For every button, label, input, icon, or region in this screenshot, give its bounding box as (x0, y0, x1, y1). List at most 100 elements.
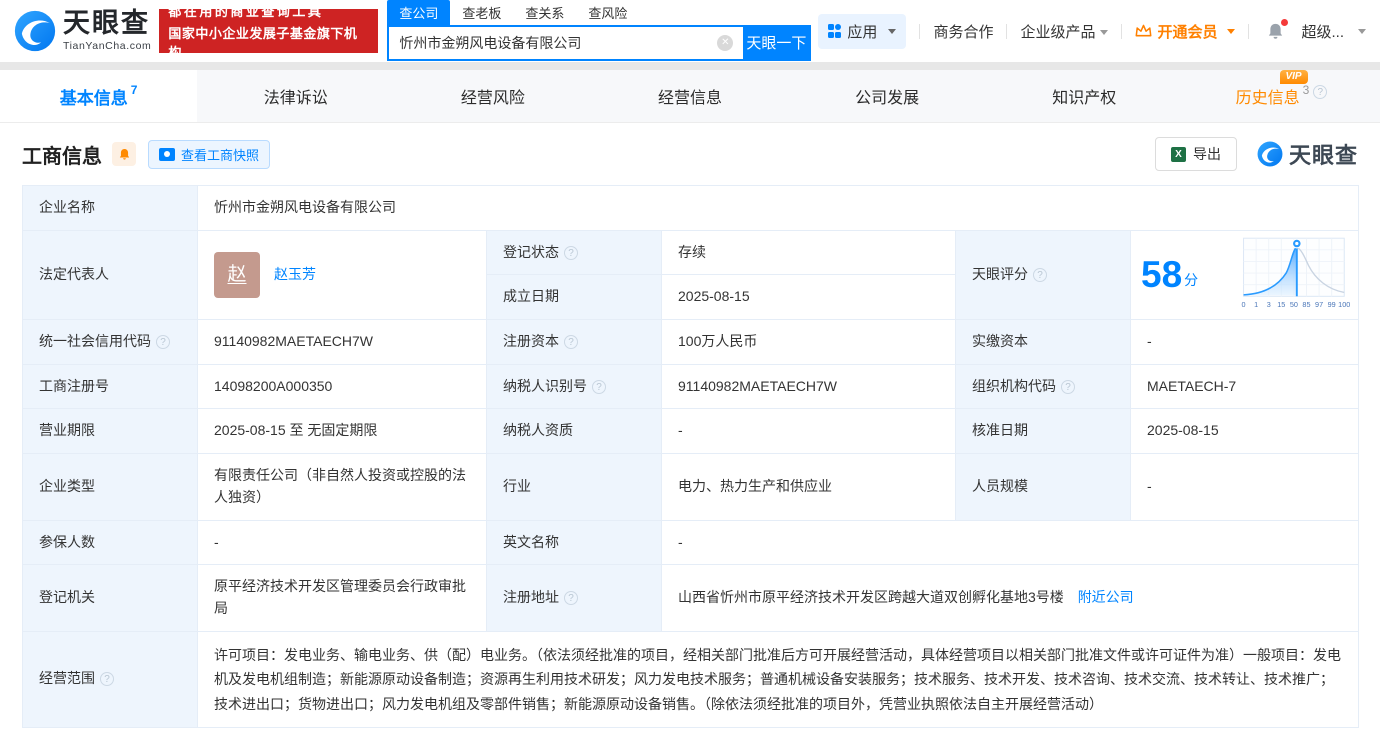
brand-name: 天眼查 (63, 10, 151, 37)
notification-bell[interactable] (1266, 22, 1285, 41)
approve-label: 核准日期 (956, 409, 1131, 454)
chevron-down-icon (888, 29, 896, 34)
paidcap-value: - (1131, 320, 1359, 365)
banner-line1: 都在用的商业查询工具 (168, 1, 369, 20)
section-title: 工商信息 (22, 140, 102, 169)
tab-label: 经营信息 (658, 84, 722, 108)
svg-text:0: 0 (1242, 300, 1246, 309)
regcap-value: 100万人民币 (662, 320, 956, 365)
help-icon[interactable] (1061, 380, 1075, 394)
menu-open-vip[interactable]: 开通会员 (1135, 21, 1235, 42)
apps-label: 应用 (847, 21, 877, 42)
svg-text:99: 99 (1328, 300, 1336, 309)
help-icon[interactable] (564, 591, 578, 605)
help-icon[interactable] (156, 335, 170, 349)
clear-search-icon[interactable]: ✕ (717, 35, 733, 51)
section-header: 工商信息 查看工商快照 X 导出 天眼查 (22, 123, 1358, 185)
chevron-down-icon (1100, 30, 1108, 35)
tianyan-score-cell[interactable]: 58 分 (1131, 230, 1359, 319)
help-icon[interactable] (1313, 85, 1327, 99)
logo-swirl-icon (1257, 141, 1283, 167)
divider (1248, 24, 1249, 39)
monitor-bell-button[interactable] (112, 142, 136, 166)
score-label: 天眼评分 (972, 266, 1028, 282)
logo-swirl-icon (14, 10, 56, 52)
view-business-snapshot-button[interactable]: 查看工商快照 (148, 140, 270, 169)
help-icon[interactable] (592, 380, 606, 394)
promo-banner[interactable]: 都在用的商业查询工具 国家中小企业发展子基金旗下机构 (159, 9, 378, 53)
term-label: 营业期限 (23, 409, 198, 454)
camera-icon (159, 148, 175, 161)
tab-company-development[interactable]: 公司发展 (789, 70, 986, 122)
table-row: 企业名称 忻州市金朔风电设备有限公司 (23, 186, 1359, 231)
tab-count: 3 (1303, 83, 1310, 97)
search-tab-company[interactable]: 查公司 (387, 0, 450, 25)
taxid-label-cell: 纳税人识别号 (487, 364, 662, 409)
staff-value: - (1131, 454, 1359, 520)
user-menu[interactable]: 超级... (1301, 21, 1344, 42)
divider (919, 24, 920, 39)
tab-legal-litigation[interactable]: 法律诉讼 (197, 70, 394, 122)
tab-operating-risk[interactable]: 经营风险 (394, 70, 591, 122)
orgcode-label: 组织机构代码 (972, 378, 1056, 394)
excel-icon: X (1171, 147, 1186, 162)
type-label: 企业类型 (23, 454, 198, 520)
score-label-cell: 天眼评分 (956, 230, 1131, 319)
address-cell: 山西省忻州市原平经济技术开发区跨越大道双创孵化基地3号楼 附近公司 (662, 565, 1359, 631)
search-button[interactable]: 天眼一下 (743, 27, 809, 59)
tab-basic-info[interactable]: 基本信息 7 (0, 70, 197, 122)
table-row: 登记机关 原平经济技术开发区管理委员会行政审批局 注册地址 山西省忻州市原平经济… (23, 565, 1359, 631)
tab-operating-info[interactable]: 经营信息 (591, 70, 788, 122)
export-button[interactable]: X 导出 (1155, 137, 1237, 171)
svg-text:1: 1 (1254, 300, 1258, 309)
taxqual-label: 纳税人资质 (487, 409, 662, 454)
table-row: 法定代表人 赵 赵玉芳 登记状态 存续 天眼评分 58 分 (23, 230, 1359, 275)
legal-rep-link[interactable]: 赵玉芳 (274, 264, 316, 286)
chevron-down-icon[interactable] (1358, 29, 1366, 34)
tianyancha-logo[interactable]: 天眼查 TianYanCha.com (14, 10, 151, 52)
tab-label: 知识产权 (1052, 84, 1116, 108)
reg-status-label: 登记状态 (503, 244, 559, 260)
uscc-label-cell: 统一社会信用代码 (23, 320, 198, 365)
legal-rep-avatar[interactable]: 赵 (214, 252, 260, 298)
menu-enterprise-products[interactable]: 企业级产品 (1020, 21, 1108, 42)
scope-label: 经营范围 (39, 670, 95, 686)
orgcode-label-cell: 组织机构代码 (956, 364, 1131, 409)
vip-badge: VIP (1280, 70, 1307, 84)
taxid-value: 91140982MAETAECH7W (662, 364, 956, 409)
banner-line2: 国家中小企业发展子基金旗下机构 (168, 23, 369, 61)
help-icon[interactable] (564, 246, 578, 260)
regno-value: 14098200A000350 (198, 364, 487, 409)
tab-label: 基本信息 (60, 84, 128, 109)
menu-business-cooperation[interactable]: 商务合作 (933, 21, 993, 42)
business-info-table: 企业名称 忻州市金朔风电设备有限公司 法定代表人 赵 赵玉芳 登记状态 存续 天… (22, 185, 1359, 728)
svg-text:50: 50 (1290, 300, 1298, 309)
top-header: 天眼查 TianYanCha.com 都在用的商业查询工具 国家中小企业发展子基… (0, 0, 1380, 62)
search-tab-relation[interactable]: 查关系 (513, 0, 576, 25)
help-icon[interactable] (564, 335, 578, 349)
address-label: 注册地址 (503, 589, 559, 605)
table-row: 工商注册号 14098200A000350 纳税人识别号 91140982MAE… (23, 364, 1359, 409)
search-tab-boss[interactable]: 查老板 (450, 0, 513, 25)
tab-intellectual-property[interactable]: 知识产权 (986, 70, 1183, 122)
search-area: 查公司 查老板 查关系 查风险 ✕ 天眼一下 (387, 2, 811, 61)
search-input[interactable] (389, 27, 717, 59)
table-row: 企业类型 有限责任公司（非自然人投资或控股的法人独资） 行业 电力、热力生产和供… (23, 454, 1359, 520)
help-icon[interactable] (100, 672, 114, 686)
scope-label-cell: 经营范围 (23, 631, 198, 728)
tab-label: 法律诉讼 (264, 84, 328, 108)
address-label-cell: 注册地址 (487, 565, 662, 631)
apps-menu[interactable]: 应用 (818, 14, 907, 49)
regcap-label: 注册资本 (503, 333, 559, 349)
score-value: 58 (1141, 256, 1182, 293)
taxid-label: 纳税人识别号 (503, 378, 587, 394)
approve-value: 2025-08-15 (1131, 409, 1359, 454)
help-icon[interactable] (1033, 268, 1047, 282)
tab-history-info[interactable]: 历史信息 VIP 3 (1183, 70, 1380, 122)
legal-rep-cell: 赵 赵玉芳 (198, 230, 487, 319)
nearby-companies-link[interactable]: 附近公司 (1078, 589, 1134, 605)
divider (1006, 24, 1007, 39)
industry-label: 行业 (487, 454, 662, 520)
search-tab-risk[interactable]: 查风险 (576, 0, 639, 25)
en-name-value: - (662, 520, 1359, 565)
